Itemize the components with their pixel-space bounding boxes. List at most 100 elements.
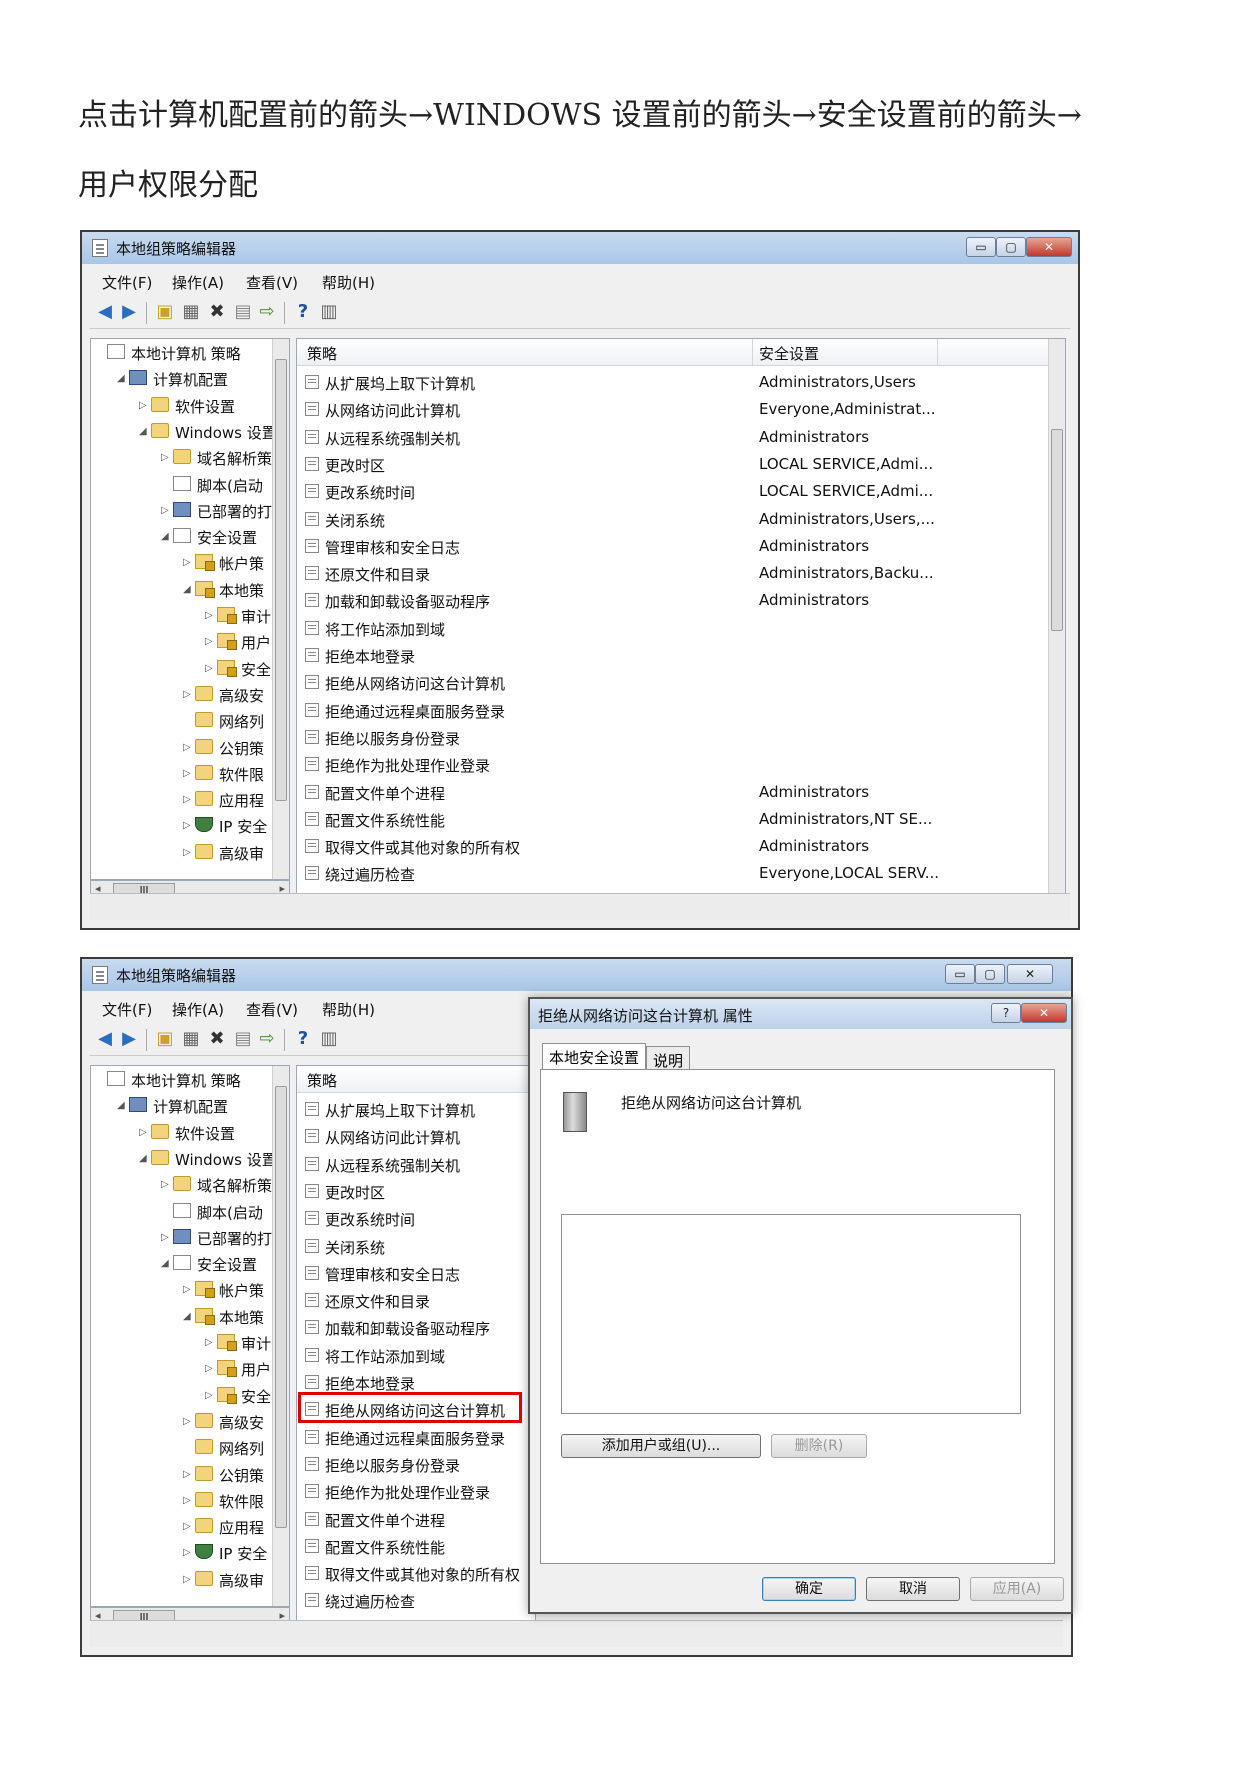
collapsed-arrow-icon[interactable]: ▷ [205, 1390, 213, 1401]
menu-file[interactable]: 文件(F) [102, 999, 152, 1020]
expanded-arrow-icon[interactable]: ◢ [139, 426, 147, 437]
policy-row[interactable]: 拒绝以服务身份登录 [297, 724, 1047, 751]
policy-row[interactable]: 管理审核和安全日志 Administrators [297, 533, 1047, 560]
collapsed-arrow-icon[interactable]: ▷ [183, 820, 191, 831]
maximize-button[interactable]: ▢ [975, 964, 1005, 984]
collapsed-arrow-icon[interactable]: ▷ [139, 400, 147, 411]
collapsed-arrow-icon[interactable]: ▷ [205, 636, 213, 647]
menu-help[interactable]: 帮助(H) [322, 272, 375, 293]
collapsed-arrow-icon[interactable]: ▷ [205, 1363, 213, 1374]
show-hide-tree-icon[interactable]: ▦ [180, 302, 202, 322]
collapsed-arrow-icon[interactable]: ▷ [205, 610, 213, 621]
tree-vscroll[interactable] [272, 339, 289, 879]
policy-row[interactable]: 配置文件单个进程 [297, 1506, 517, 1533]
collapsed-arrow-icon[interactable]: ▷ [183, 794, 191, 805]
column-policy[interactable]: 策略 [307, 1070, 337, 1091]
policy-row[interactable]: 关闭系统 [297, 1233, 517, 1260]
collapsed-arrow-icon[interactable]: ▷ [205, 1337, 213, 1348]
policy-row[interactable]: 还原文件和目录 Administrators,Backu... [297, 560, 1047, 587]
delete-icon[interactable]: ✖ [206, 302, 228, 322]
policy-row[interactable]: 加载和卸载设备驱动程序 Administrators [297, 587, 1047, 614]
close-button[interactable]: ✕ [1021, 1003, 1067, 1023]
list-vscroll[interactable] [1048, 339, 1065, 899]
collapsed-arrow-icon[interactable]: ▷ [183, 1469, 191, 1480]
expanded-arrow-icon[interactable]: ◢ [117, 1100, 125, 1111]
policy-row[interactable]: 绕过遍历检查 Everyone,LOCAL SERV... [297, 860, 1047, 887]
policy-row[interactable]: 配置文件单个进程 Administrators [297, 779, 1047, 806]
view-icon[interactable]: ▥ [318, 1029, 340, 1049]
remove-button[interactable]: 删除(R) [771, 1434, 867, 1458]
policy-row[interactable]: 拒绝作为批处理作业登录 [297, 751, 1047, 778]
tab-explain[interactable]: 说明 [646, 1046, 691, 1070]
export-icon[interactable]: ⇨ [256, 302, 278, 322]
menu-view[interactable]: 查看(V) [246, 272, 298, 293]
export-icon[interactable]: ⇨ [256, 1029, 278, 1049]
expanded-arrow-icon[interactable]: ◢ [161, 531, 169, 542]
collapsed-arrow-icon[interactable]: ▷ [183, 1495, 191, 1506]
menu-action[interactable]: 操作(A) [172, 999, 224, 1020]
policy-row[interactable]: 拒绝本地登录 [297, 642, 1047, 669]
expanded-arrow-icon[interactable]: ◢ [183, 584, 191, 595]
collapsed-arrow-icon[interactable]: ▷ [183, 1284, 191, 1295]
expanded-arrow-icon[interactable]: ◢ [139, 1153, 147, 1164]
policy-row[interactable]: 将工作站添加到域 [297, 1342, 517, 1369]
tree-vscroll[interactable] [272, 1066, 289, 1606]
back-arrow-icon[interactable]: ◀ [94, 1029, 116, 1049]
column-policy[interactable]: 策略 [307, 343, 337, 364]
collapsed-arrow-icon[interactable]: ▷ [161, 505, 169, 516]
policy-row[interactable]: 绕过遍历检查 [297, 1587, 517, 1614]
minimize-button[interactable]: ▭ [945, 964, 975, 984]
forward-arrow-icon[interactable]: ▶ [118, 1029, 140, 1049]
policy-row[interactable]: 更改时区 LOCAL SERVICE,Admi... [297, 451, 1047, 478]
policy-row[interactable]: 管理审核和安全日志 [297, 1260, 517, 1287]
policy-row[interactable]: 取得文件或其他对象的所有权 [297, 1560, 520, 1587]
collapsed-arrow-icon[interactable]: ▷ [161, 452, 169, 463]
tab-local-security-setting[interactable]: 本地安全设置 [542, 1043, 647, 1069]
maximize-button[interactable]: ▢ [996, 237, 1026, 257]
policy-row[interactable]: 取得文件或其他对象的所有权 Administrators [297, 833, 1047, 860]
collapsed-arrow-icon[interactable]: ▷ [183, 557, 191, 568]
policy-row[interactable]: 更改系统时间 [297, 1205, 517, 1232]
policy-row[interactable]: 拒绝通过远程桌面服务登录 [297, 1424, 517, 1451]
collapsed-arrow-icon[interactable]: ▷ [161, 1232, 169, 1243]
close-button[interactable]: ✕ [1007, 964, 1053, 984]
menu-help[interactable]: 帮助(H) [322, 999, 375, 1020]
help-icon[interactable]: ? [292, 302, 314, 322]
view-icon[interactable]: ▥ [318, 302, 340, 322]
help-icon[interactable]: ? [292, 1029, 314, 1049]
collapsed-arrow-icon[interactable]: ▷ [183, 1521, 191, 1532]
close-button[interactable]: ✕ [1026, 237, 1072, 257]
policy-row[interactable]: 从远程系统强制关机 Administrators [297, 424, 1047, 451]
policy-row[interactable]: 从扩展坞上取下计算机 [297, 1096, 517, 1123]
policy-row[interactable]: 还原文件和目录 [297, 1287, 517, 1314]
policy-row[interactable]: 从网络访问此计算机 [297, 1123, 517, 1150]
add-user-or-group-button[interactable]: 添加用户或组(U)... [561, 1434, 761, 1458]
policy-row[interactable]: 更改时区 [297, 1178, 517, 1205]
collapsed-arrow-icon[interactable]: ▷ [183, 1574, 191, 1585]
policy-row[interactable]: 配置文件系统性能 Administrators,NT SE... [297, 806, 1047, 833]
collapsed-arrow-icon[interactable]: ▷ [139, 1127, 147, 1138]
vscroll-thumb[interactable] [1051, 429, 1063, 631]
policy-row[interactable]: 从远程系统强制关机 [297, 1151, 517, 1178]
policy-row[interactable]: 更改系统时间 LOCAL SERVICE,Admi... [297, 478, 1047, 505]
policy-row[interactable]: 从网络访问此计算机 Everyone,Administrat... [297, 396, 1047, 423]
users-groups-list[interactable] [561, 1214, 1021, 1414]
collapsed-arrow-icon[interactable]: ▷ [183, 1416, 191, 1427]
collapsed-arrow-icon[interactable]: ▷ [183, 689, 191, 700]
expanded-arrow-icon[interactable]: ◢ [161, 1258, 169, 1269]
policy-row[interactable]: 加载和卸载设备驱动程序 [297, 1314, 517, 1341]
cancel-button[interactable]: 取消 [866, 1577, 960, 1601]
policy-row[interactable]: 将工作站添加到域 [297, 615, 1047, 642]
policy-row[interactable]: 拒绝作为批处理作业登录 [297, 1478, 517, 1505]
properties-icon[interactable]: ▤ [232, 1029, 254, 1049]
properties-icon[interactable]: ▤ [232, 302, 254, 322]
up-folder-icon[interactable]: ▣ [154, 1029, 176, 1049]
policy-row[interactable]: 拒绝从网络访问这台计算机 [297, 669, 1047, 696]
delete-icon[interactable]: ✖ [206, 1029, 228, 1049]
help-icon[interactable]: ? [991, 1003, 1021, 1023]
menu-view[interactable]: 查看(V) [246, 999, 298, 1020]
expanded-arrow-icon[interactable]: ◢ [183, 1311, 191, 1322]
policy-row[interactable]: 关闭系统 Administrators,Users,... [297, 506, 1047, 533]
vscroll-thumb[interactable] [275, 359, 287, 801]
back-arrow-icon[interactable]: ◀ [94, 302, 116, 322]
